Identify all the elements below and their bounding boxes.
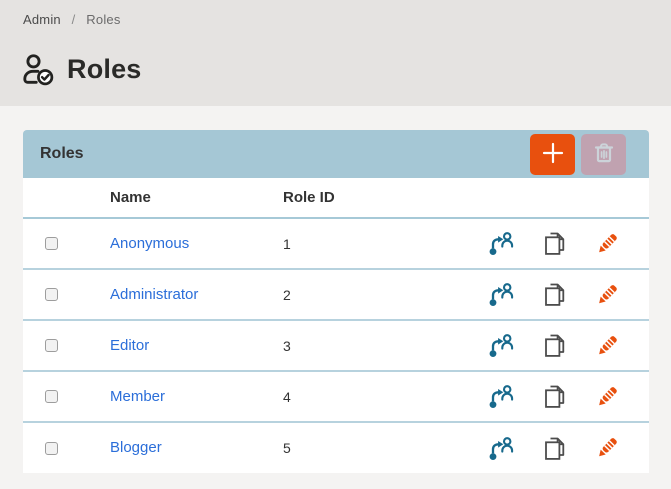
row-checkbox[interactable] [45,288,58,301]
role-id-value: 4 [283,389,488,405]
add-role-button[interactable] [530,134,575,175]
breadcrumb: Admin / Roles [23,12,648,27]
edit-role-button[interactable] [595,384,619,410]
edit-role-button[interactable] [595,231,619,257]
copy-icon [542,230,567,257]
role-name-link[interactable]: Editor [110,337,149,354]
edit-role-button[interactable] [595,333,619,359]
edit-role-button[interactable] [595,435,619,461]
role-name-link[interactable]: Anonymous [110,235,189,252]
copy-role-button[interactable] [542,435,567,461]
role-name-link[interactable]: Administrator [110,286,198,303]
table-row: Editor 3 [23,321,649,372]
assign-users-icon [488,333,514,358]
table-row: Blogger 5 [23,423,649,473]
table-row: Member 4 [23,372,649,423]
user-check-icon [20,53,58,86]
assign-users-button[interactable] [488,384,514,410]
roles-table: Name Role ID Anonymous 1 [23,178,649,473]
column-header-name: Name [110,189,283,206]
panel-title: Roles [40,145,530,163]
assign-users-button[interactable] [488,333,514,359]
assign-users-button[interactable] [488,435,514,461]
copy-icon [542,383,567,410]
column-header-role-id: Role ID [283,189,619,206]
table-row: Administrator 2 [23,270,649,321]
copy-icon [542,332,567,359]
plus-icon [541,141,565,168]
role-id-value: 1 [283,236,488,252]
assign-users-icon [488,384,514,409]
copy-role-button[interactable] [542,282,567,308]
assign-users-icon [488,231,514,256]
role-id-value: 3 [283,338,488,354]
row-checkbox[interactable] [45,237,58,250]
panel-header: Roles [23,130,649,178]
edit-pencil-icon [595,384,619,410]
assign-users-button[interactable] [488,231,514,257]
page-header: Admin / Roles Roles [0,0,671,106]
edit-pencil-icon [595,282,619,308]
role-id-value: 2 [283,287,488,303]
row-checkbox[interactable] [45,339,58,352]
toolbar [530,134,626,175]
copy-role-button[interactable] [542,231,567,257]
role-id-value: 5 [283,440,488,456]
edit-role-button[interactable] [595,282,619,308]
assign-users-button[interactable] [488,282,514,308]
edit-pencil-icon [595,333,619,359]
table-header-row: Name Role ID [23,178,649,219]
copy-icon [542,281,567,308]
roles-panel: Roles [23,130,649,473]
assign-users-icon [488,436,514,461]
table-body: Anonymous 1 [23,219,649,473]
copy-icon [542,435,567,462]
copy-role-button[interactable] [542,384,567,410]
edit-pencil-icon [595,231,619,257]
copy-role-button[interactable] [542,333,567,359]
trash-icon [591,140,617,169]
assign-users-icon [488,282,514,307]
edit-pencil-icon [595,435,619,461]
delete-roles-button[interactable] [581,134,626,175]
breadcrumb-item-roles: Roles [86,12,120,27]
page-title: Roles [67,54,142,85]
breadcrumb-item-admin[interactable]: Admin [23,12,61,27]
breadcrumb-separator: / [72,12,76,27]
role-name-link[interactable]: Member [110,388,165,405]
table-row: Anonymous 1 [23,219,649,270]
page-content: Roles [0,106,671,473]
row-checkbox[interactable] [45,442,58,455]
row-checkbox[interactable] [45,390,58,403]
role-name-link[interactable]: Blogger [110,439,162,456]
